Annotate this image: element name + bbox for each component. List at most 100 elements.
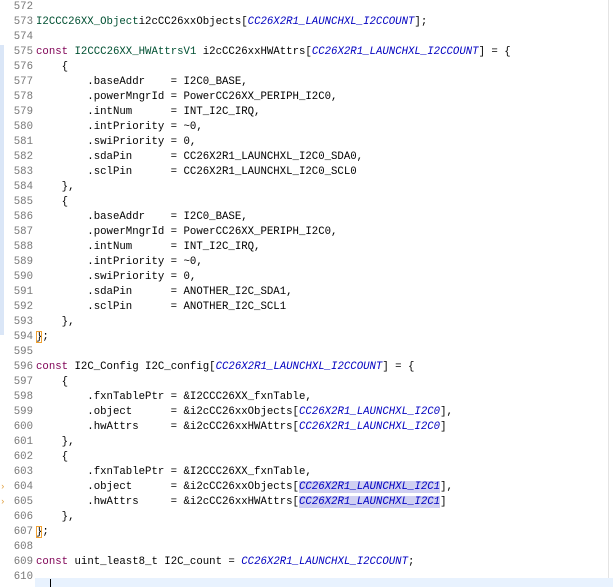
line-number: 608 — [13, 541, 33, 553]
code-line[interactable]: 598 .fxnTablePtr = &I2CCC26XX_fxnTable, — [0, 390, 613, 405]
code-text: .powerMngrId = PowerCC26XX_PERIPH_I2C0, — [36, 90, 337, 105]
code-text: { — [36, 195, 68, 210]
code-token: ; — [42, 331, 49, 343]
code-line[interactable]: 608 — [0, 540, 613, 555]
code-token: I2C_Config I2C_config[ — [68, 361, 216, 373]
line-number: 598 — [13, 391, 33, 403]
code-line[interactable]: 590 .swiPriority = 0, — [0, 270, 613, 285]
code-line[interactable]: 586 .baseAddr = I2C0_BASE, — [0, 210, 613, 225]
code-token: .hwAttrs = &i2cCC26xxHWAttrs[ — [36, 421, 299, 433]
code-line[interactable]: 583 .sclPin = CC26X2R1_LAUNCHXL_I2C0_SCL… — [0, 165, 613, 180]
code-line[interactable]: 576 { — [0, 60, 613, 75]
code-line[interactable]: 599 .object = &i2cCC26xxObjects[CC26X2R1… — [0, 405, 613, 420]
code-token: .fxnTablePtr = &I2CCC26XX_fxnTable, — [36, 391, 312, 403]
line-number: 597 — [13, 376, 33, 388]
code-token: CC26X2R1_LAUNCHXL_I2CCOUNT — [247, 16, 415, 28]
line-number: 576 — [13, 61, 33, 73]
line-number: 602 — [13, 451, 33, 463]
code-text: .fxnTablePtr = &I2CCC26XX_fxnTable, — [36, 390, 312, 405]
code-line[interactable]: 602 { — [0, 450, 613, 465]
code-token: .sclPin = CC26X2R1_LAUNCHXL_I2C0_SCL0 — [36, 166, 357, 178]
code-line[interactable]: 581 .swiPriority = 0, — [0, 135, 613, 150]
code-token: I2CCC26XX_HWAttrsV1 — [74, 46, 197, 58]
code-line[interactable]: 593 }, — [0, 315, 613, 330]
code-line[interactable]: 572 — [0, 0, 613, 15]
code-line[interactable]: 582 .sdaPin = CC26X2R1_LAUNCHXL_I2C0_SDA… — [0, 150, 613, 165]
code-line[interactable]: 580 .intPriority = ~0, — [0, 120, 613, 135]
code-token: .baseAddr = I2C0_BASE, — [36, 211, 248, 223]
line-number: 577 — [13, 76, 33, 88]
code-token: { — [36, 451, 69, 463]
code-token: ] — [440, 496, 447, 508]
code-text: { — [36, 60, 68, 75]
line-number: 605 — [13, 496, 33, 508]
code-text: .intNum = INT_I2C_IRQ, — [36, 105, 260, 120]
code-text: }; — [36, 525, 49, 540]
code-line[interactable]: › 604 .object = &i2cCC26xxObjects[CC26X2R… — [0, 480, 613, 495]
code-token: I2CCC26XX_Object — [36, 16, 139, 28]
code-line[interactable]: 594}; — [0, 330, 613, 345]
code-token: .sdaPin = CC26X2R1_LAUNCHXL_I2C0_SDA0, — [36, 151, 364, 163]
code-token: ], — [440, 481, 453, 493]
code-line[interactable]: 588 .intNum = INT_I2C_IRQ, — [0, 240, 613, 255]
code-line[interactable]: 577 .baseAddr = I2C0_BASE, — [0, 75, 613, 90]
code-line[interactable]: 603 .fxnTablePtr = &I2CCC26XX_fxnTable, — [0, 465, 613, 480]
code-line[interactable]: 585 { — [0, 195, 613, 210]
code-token: .intNum = INT_I2C_IRQ, — [36, 106, 261, 118]
code-line[interactable]: 579 .intNum = INT_I2C_IRQ, — [0, 105, 613, 120]
code-token: .baseAddr = I2C0_BASE, — [36, 76, 248, 88]
code-line[interactable]: 597 { — [0, 375, 613, 390]
code-line[interactable]: 573 I2CCC26XX_Objecti2cCC26xxObjects[CC26… — [0, 15, 613, 30]
code-text: { — [36, 450, 68, 465]
code-token: .swiPriority = 0, — [36, 271, 197, 283]
line-number: 581 — [13, 136, 33, 148]
code-line[interactable]: 574 — [0, 30, 613, 45]
line-number: 587 — [13, 226, 33, 238]
code-text: }, — [36, 180, 75, 195]
code-line[interactable]: 595 — [0, 345, 613, 360]
line-number: 586 — [13, 211, 33, 223]
code-text: .hwAttrs = &i2cCC26xxHWAttrs[CC26X2R1_LA… — [36, 495, 447, 510]
code-text: }, — [36, 315, 75, 330]
code-text: .swiPriority = 0, — [36, 135, 196, 150]
code-line[interactable]: 584 }, — [0, 180, 613, 195]
code-token: .fxnTablePtr = &I2CCC26XX_fxnTable, — [36, 466, 312, 478]
code-token: CC26X2R1_LAUNCHXL_I2C1 — [298, 496, 441, 508]
code-line[interactable]: 606 }, — [0, 510, 613, 525]
code-line[interactable]: 575 const I2CCC26XX_HWAttrsV1 i2cCC26xxHW… — [0, 45, 613, 60]
code-line[interactable]: 596 const I2C_Config I2C_config[CC26X2R1_… — [0, 360, 613, 375]
line-number: 588 — [13, 241, 33, 253]
code-token: }, — [36, 181, 75, 193]
line-number: 591 — [13, 286, 33, 298]
line-number: 603 — [13, 466, 33, 478]
code-text: .baseAddr = I2C0_BASE, — [36, 75, 248, 90]
code-line[interactable]: 591 .sdaPin = ANOTHER_I2C_SDA1, — [0, 285, 613, 300]
code-line[interactable]: 609 const uint_least8_t I2C_count = CC26X… — [0, 555, 613, 570]
code-token: ] = { — [382, 361, 415, 373]
code-line[interactable]: › 605 .hwAttrs = &i2cCC26xxHWAttrs[CC26X2… — [0, 495, 613, 510]
line-number: 590 — [13, 271, 33, 283]
line-number: 600 — [13, 421, 33, 433]
code-lines[interactable]: 572 573 I2CCC26XX_Objecti2cCC26xxObjects[C… — [0, 0, 613, 585]
code-line[interactable]: 607}; — [0, 525, 613, 540]
code-token: .object = &i2cCC26xxObjects[ — [36, 406, 299, 418]
code-text: .intPriority = ~0, — [36, 255, 202, 270]
code-line[interactable]: 589 .intPriority = ~0, — [0, 255, 613, 270]
code-token: const — [36, 361, 69, 373]
code-line[interactable]: 600 .hwAttrs = &i2cCC26xxHWAttrs[CC26X2R… — [0, 420, 613, 435]
line-number: 572 — [13, 1, 33, 13]
code-line[interactable]: 587 .powerMngrId = PowerCC26XX_PERIPH_I2… — [0, 225, 613, 240]
code-line[interactable]: 601 }, — [0, 435, 613, 450]
line-number: 604 — [13, 481, 33, 493]
line-number: 589 — [13, 256, 33, 268]
line-number: 584 — [13, 181, 33, 193]
code-text: .fxnTablePtr = &I2CCC26XX_fxnTable, — [36, 465, 312, 480]
line-number: 594 — [13, 331, 33, 343]
code-token: const — [36, 46, 69, 58]
code-token: }, — [36, 316, 75, 328]
code-line[interactable]: 592 .sclPin = ANOTHER_I2C_SCL1 — [0, 300, 613, 315]
line-number: 607 — [13, 526, 33, 538]
code-token: .sdaPin = ANOTHER_I2C_SDA1, — [36, 286, 293, 298]
code-line[interactable]: 578 .powerMngrId = PowerCC26XX_PERIPH_I2… — [0, 90, 613, 105]
code-editor[interactable]: 572 573 I2CCC26XX_Objecti2cCC26xxObjects[C… — [0, 0, 613, 587]
